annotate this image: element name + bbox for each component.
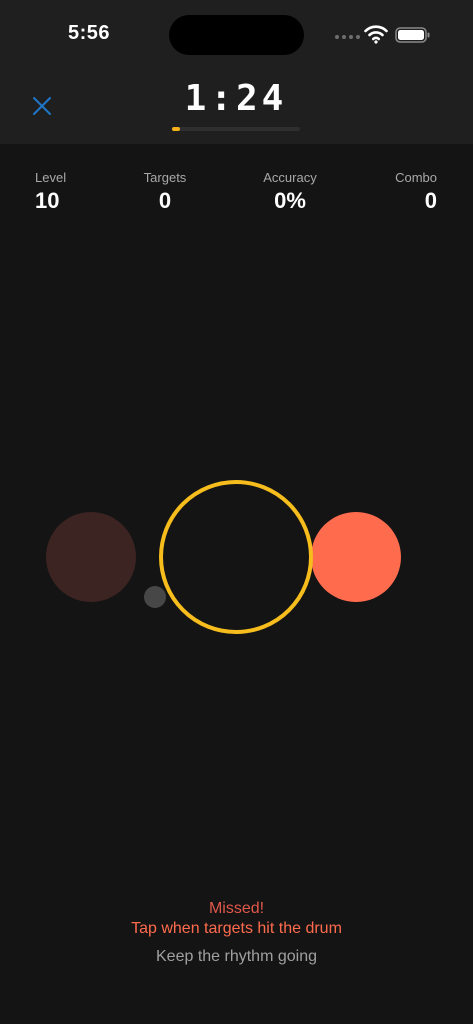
stat-level-value: 10 — [35, 188, 60, 213]
wifi-icon — [364, 25, 388, 44]
battery-icon — [395, 27, 430, 43]
drum-ring[interactable] — [159, 480, 313, 634]
small-target-dot — [144, 586, 166, 608]
stat-accuracy-value: 0% — [274, 188, 306, 213]
game-field[interactable] — [0, 420, 473, 700]
stat-combo: Combo 0 — [395, 170, 437, 214]
faded-target — [46, 512, 136, 602]
incoming-target — [311, 512, 401, 602]
game-screen: 5:56 1:24 Level 10 Targets 0 Accuracy 0%… — [0, 0, 473, 1024]
time-progress-fill — [172, 127, 180, 131]
stat-combo-value: 0 — [424, 188, 437, 213]
feedback-hint: Keep the rhythm going — [156, 948, 317, 965]
close-icon — [33, 97, 51, 115]
stat-level: Level 10 — [35, 170, 66, 214]
close-button[interactable] — [28, 92, 56, 120]
cellular-signal-icon — [335, 33, 361, 41]
countdown-timer: 1:24 — [184, 78, 288, 119]
stat-level-label: Level — [35, 170, 67, 185]
stat-targets: Targets 0 — [120, 170, 210, 214]
dynamic-island — [169, 15, 304, 55]
stat-accuracy-label: Accuracy — [263, 170, 317, 185]
time-progress-bar — [172, 127, 300, 131]
stat-accuracy: Accuracy 0% — [240, 170, 340, 214]
stat-targets-value: 0 — [158, 188, 172, 213]
feedback-instruction: Tap when targets hit the drum — [131, 920, 342, 937]
stat-combo-label: Combo — [395, 170, 437, 185]
feedback-result: Missed! — [208, 900, 265, 917]
stat-targets-label: Targets — [143, 170, 187, 185]
status-time: 5:56 — [68, 22, 111, 44]
top-bar: 5:56 1:24 — [0, 0, 473, 144]
